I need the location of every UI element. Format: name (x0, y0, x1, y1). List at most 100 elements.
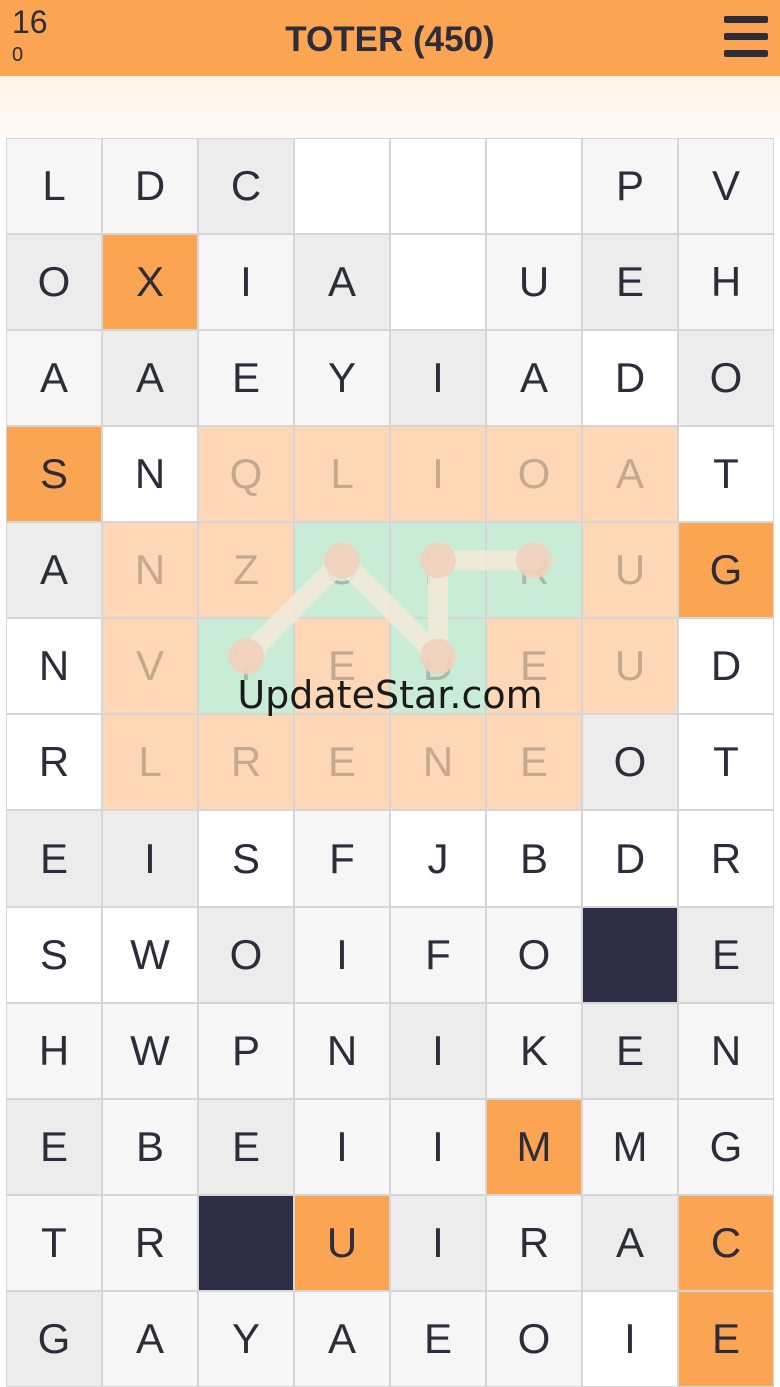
grid-cell[interactable]: N (103, 427, 197, 522)
grid-cell[interactable]: D (583, 811, 677, 906)
grid-cell[interactable]: O (679, 331, 773, 426)
grid-cell[interactable]: G (679, 523, 773, 618)
grid-cell[interactable]: D (103, 139, 197, 234)
grid-cell[interactable]: F (295, 811, 389, 906)
grid-cell[interactable]: P (199, 1003, 293, 1098)
grid-cell[interactable]: M (487, 1099, 581, 1194)
grid-cell[interactable]: E (679, 1291, 773, 1386)
grid-cell[interactable]: I (391, 427, 485, 522)
grid-cell[interactable]: K (487, 1003, 581, 1098)
grid-cell[interactable]: R (103, 1195, 197, 1290)
grid-cell[interactable]: R (487, 1195, 581, 1290)
grid-cell[interactable]: F (391, 907, 485, 1002)
grid-cell[interactable]: G (679, 1099, 773, 1194)
grid-cell[interactable]: O (583, 715, 677, 810)
grid-cell[interactable]: U (295, 1195, 389, 1290)
hamburger-menu-icon[interactable] (724, 16, 768, 58)
watermark-text: UpdateStar.com (237, 673, 543, 717)
grid-cell (199, 1195, 293, 1290)
grid-cell[interactable]: S (199, 811, 293, 906)
grid-cell[interactable]: D (583, 331, 677, 426)
grid-cell[interactable]: Y (295, 331, 389, 426)
grid-cell[interactable]: I (295, 907, 389, 1002)
grid-cell[interactable]: E (583, 235, 677, 330)
grid-cell[interactable]: I (391, 1003, 485, 1098)
grid-cell[interactable]: O (199, 907, 293, 1002)
grid-cell[interactable]: H (679, 235, 773, 330)
grid-cell[interactable]: N (295, 1003, 389, 1098)
grid-cell[interactable]: R (7, 715, 101, 810)
grid-cell[interactable]: N (391, 715, 485, 810)
grid-cell[interactable]: R (199, 715, 293, 810)
grid-cell[interactable]: Q (199, 427, 293, 522)
grid-cell[interactable]: Y (199, 1291, 293, 1386)
grid-cell[interactable]: T (679, 715, 773, 810)
grid-cell[interactable]: G (7, 1291, 101, 1386)
grid-cell[interactable] (295, 139, 389, 234)
grid-cell[interactable]: I (391, 1195, 485, 1290)
grid-cell[interactable]: A (295, 235, 389, 330)
header-bar: 16 0 TOTER (450) (0, 0, 780, 76)
grid-cell[interactable] (391, 139, 485, 234)
grid-cell[interactable]: O (487, 1291, 581, 1386)
grid-cell[interactable]: O (487, 427, 581, 522)
grid-cell[interactable]: Z (199, 523, 293, 618)
grid-cell[interactable]: O (7, 235, 101, 330)
grid-cell[interactable]: O (295, 523, 389, 618)
grid-cell[interactable]: S (7, 907, 101, 1002)
grid-cell[interactable]: E (199, 331, 293, 426)
grid-cell[interactable]: I (391, 1099, 485, 1194)
grid-cell[interactable]: I (199, 235, 293, 330)
grid-cell[interactable]: N (679, 1003, 773, 1098)
grid-cell[interactable]: M (583, 1099, 677, 1194)
grid-cell[interactable]: A (487, 331, 581, 426)
grid-cell[interactable]: I (295, 1099, 389, 1194)
grid-cell[interactable]: A (103, 331, 197, 426)
grid-cell[interactable]: B (487, 811, 581, 906)
grid-cell[interactable]: W (103, 907, 197, 1002)
grid-cell[interactable]: A (103, 1291, 197, 1386)
grid-cell[interactable]: R (679, 811, 773, 906)
grid-cell[interactable]: E (7, 1099, 101, 1194)
grid-cell[interactable]: N (103, 523, 197, 618)
grid-cell[interactable] (391, 235, 485, 330)
grid-cell[interactable]: E (391, 1291, 485, 1386)
grid-cell[interactable]: P (583, 139, 677, 234)
grid-cell[interactable]: L (103, 715, 197, 810)
grid-cell[interactable]: A (583, 427, 677, 522)
grid-cell[interactable]: A (7, 331, 101, 426)
grid-cell[interactable]: V (679, 139, 773, 234)
grid-cell[interactable]: E (7, 811, 101, 906)
grid-cell[interactable]: H (7, 1003, 101, 1098)
grid-cell[interactable]: C (199, 139, 293, 234)
grid-cell[interactable]: J (391, 811, 485, 906)
grid-cell[interactable]: E (295, 715, 389, 810)
grid-cell[interactable]: E (583, 1003, 677, 1098)
grid-cell[interactable]: R (487, 523, 581, 618)
grid-cell[interactable]: B (103, 1099, 197, 1194)
grid-cell[interactable]: T (7, 1195, 101, 1290)
grid-cell[interactable]: S (7, 427, 101, 522)
grid-cell[interactable] (487, 139, 581, 234)
grid-cell[interactable]: T (679, 427, 773, 522)
grid-cell[interactable]: U (487, 235, 581, 330)
grid-cell (583, 907, 677, 1002)
grid-cell[interactable]: U (583, 523, 677, 618)
grid-cell[interactable]: E (679, 907, 773, 1002)
grid-cell[interactable]: I (391, 331, 485, 426)
grid-cell[interactable]: X (103, 235, 197, 330)
grid-cell[interactable]: E (487, 715, 581, 810)
grid-cell[interactable]: I (103, 811, 197, 906)
grid-cell[interactable]: I (583, 1291, 677, 1386)
grid-cell[interactable]: A (295, 1291, 389, 1386)
grid-cell[interactable]: A (7, 523, 101, 618)
grid-cell[interactable]: L (7, 139, 101, 234)
grid-cell[interactable]: L (295, 427, 389, 522)
grid-cell[interactable]: O (487, 907, 581, 1002)
letter-grid: LDCPVOXIAUEHAAEYIADOSNQLIOATANZOPRUGNVTE… (6, 138, 774, 1387)
grid-cell[interactable]: E (199, 1099, 293, 1194)
grid-cell[interactable]: A (583, 1195, 677, 1290)
grid-cell[interactable]: W (103, 1003, 197, 1098)
grid-cell[interactable]: C (679, 1195, 773, 1290)
grid-cell[interactable]: P (391, 523, 485, 618)
